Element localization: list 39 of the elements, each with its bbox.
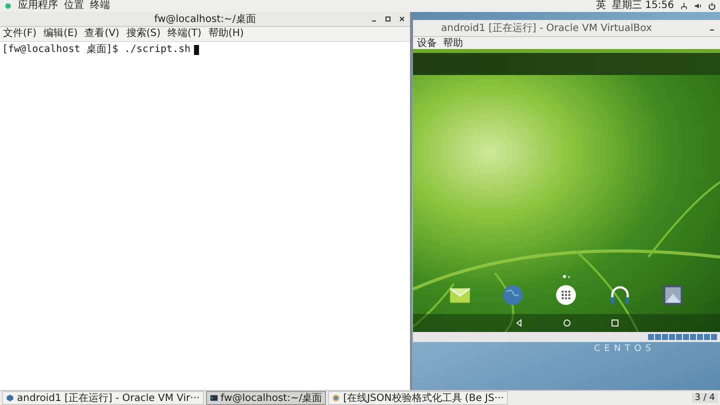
recents-icon[interactable]: [610, 318, 620, 328]
page-indicator-icon: [563, 275, 570, 278]
close-icon[interactable]: [398, 15, 406, 23]
menu-item[interactable]: 设备: [417, 36, 437, 50]
workspace-indicator[interactable]: 3 / 4: [692, 393, 718, 403]
taskbar-item[interactable]: android1 [正在运行] - Oracle VM Vir···: [2, 391, 204, 405]
menu-item[interactable]: 搜索(S): [126, 28, 160, 40]
menu-item[interactable]: 编辑(E): [44, 28, 78, 40]
desktop-logo-text: CENTOS: [594, 344, 655, 354]
menu-item[interactable]: 文件(F): [3, 28, 37, 40]
terminal-icon: [210, 394, 218, 402]
window-title: fw@localhost:~/桌面: [154, 12, 256, 26]
taskbar-item[interactable]: [在线JSON校验格式化工具 (Be JS···: [328, 391, 508, 405]
home-icon[interactable]: [562, 318, 572, 328]
top-menu[interactable]: 位置: [64, 0, 84, 12]
gallery-icon[interactable]: [662, 284, 684, 306]
status-icons-drawing[interactable]: [648, 333, 718, 341]
network-icon[interactable]: [680, 2, 688, 10]
taskbar-item[interactable]: fw@localhost:~/桌面: [206, 391, 326, 405]
menu-item[interactable]: 查看(V): [84, 28, 120, 40]
menu-item[interactable]: 终端(T): [168, 28, 202, 40]
window-title: android1 [正在运行] - Oracle VM VirtualBox: [441, 22, 652, 35]
maximize-icon[interactable]: [384, 15, 392, 23]
back-icon[interactable]: [514, 318, 524, 328]
text-cursor: [194, 45, 199, 55]
cube-icon: [6, 394, 14, 402]
headphones-icon[interactable]: [608, 284, 631, 306]
input-method[interactable]: 英: [596, 0, 606, 12]
menu-item[interactable]: 帮助: [443, 36, 463, 50]
terminal-area[interactable]: [fw@localhost 桌面]$ ./script.sh: [0, 42, 410, 390]
menu-item[interactable]: 帮助(H): [208, 28, 244, 40]
power-icon[interactable]: [708, 2, 716, 10]
globe-icon: [332, 394, 340, 402]
volume-icon[interactable]: [694, 2, 702, 10]
app-grid-icon[interactable]: [555, 284, 578, 306]
clock[interactable]: 星期三 15:56: [612, 0, 674, 12]
top-menu[interactable]: 终端: [90, 0, 110, 12]
apps-icon: [4, 2, 12, 10]
command-line: [fw@localhost 桌面]$ ./script.sh: [2, 44, 191, 56]
